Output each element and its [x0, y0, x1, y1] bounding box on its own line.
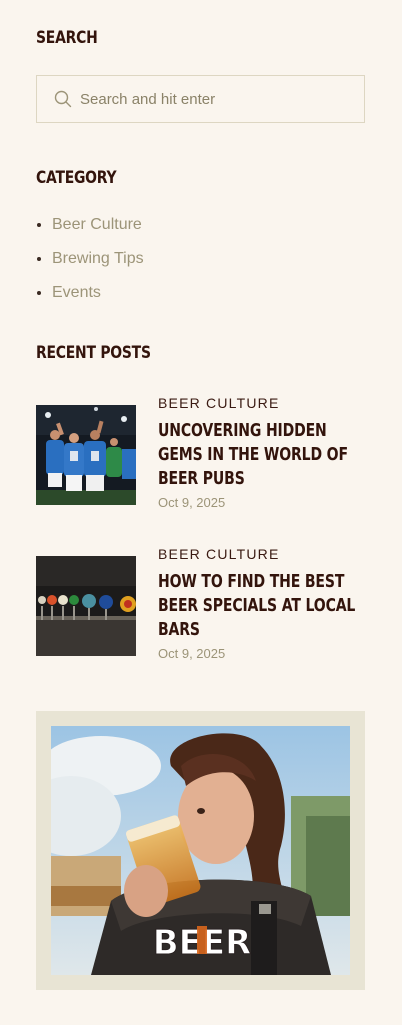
category-item-beer-culture[interactable]: Beer Culture [36, 208, 144, 242]
bullet-icon [37, 223, 41, 227]
category-item-events[interactable]: Events [36, 276, 144, 310]
post-date: Oct 9, 2025 [158, 646, 226, 661]
post-title[interactable]: HOW TO FIND THE BEST BEER SPECIALS AT LO… [158, 570, 365, 642]
post-thumbnail-beer-taps[interactable] [36, 556, 136, 656]
recent-posts-heading: RECENT POSTS [36, 343, 151, 363]
post-category[interactable]: BEER CULTURE [158, 546, 365, 564]
search-icon [54, 90, 72, 108]
category-item-label[interactable]: Beer Culture [52, 216, 142, 234]
recent-post: BEER CULTURE UNCOVERING HIDDEN GEMS IN T… [36, 395, 365, 510]
post-title[interactable]: UNCOVERING HIDDEN GEMS IN THE WORLD OF B… [158, 419, 365, 491]
promo-banner[interactable]: BEER [36, 711, 365, 990]
post-thumbnail-football-celebration[interactable] [36, 405, 136, 505]
category-item-label[interactable]: Events [52, 284, 101, 302]
post-category[interactable]: BEER CULTURE [158, 395, 365, 413]
search-input[interactable] [80, 90, 340, 108]
search-heading: SEARCH [36, 28, 98, 48]
search-field[interactable] [36, 75, 365, 123]
post-meta: BEER CULTURE UNCOVERING HIDDEN GEMS IN T… [158, 395, 365, 510]
post-meta: BEER CULTURE HOW TO FIND THE BEST BEER S… [158, 546, 365, 661]
bullet-icon [37, 257, 41, 261]
category-heading: CATEGORY [36, 168, 117, 188]
category-item-brewing-tips[interactable]: Brewing Tips [36, 242, 144, 276]
banner-image-man-drinking-beer[interactable]: BEER [51, 726, 350, 975]
post-date: Oct 9, 2025 [158, 495, 226, 510]
category-item-label[interactable]: Brewing Tips [52, 250, 144, 268]
category-list: Beer Culture Brewing Tips Events [36, 208, 144, 310]
bullet-icon [37, 291, 41, 295]
recent-post: BEER CULTURE HOW TO FIND THE BEST BEER S… [36, 546, 365, 661]
